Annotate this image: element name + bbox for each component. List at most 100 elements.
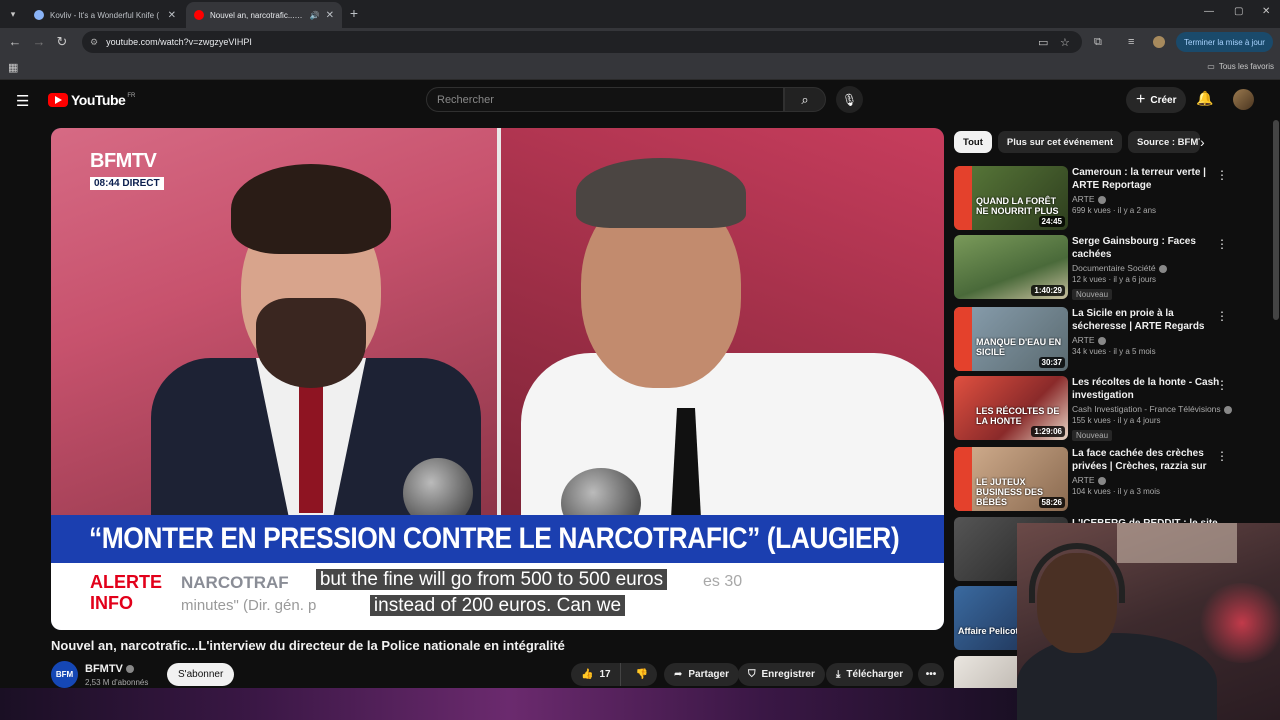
forward-arrow-icon[interactable]: → bbox=[31, 34, 47, 50]
channel-avatar[interactable]: BFM bbox=[51, 661, 78, 688]
maximize-icon[interactable]: ▢ bbox=[1234, 6, 1243, 17]
notifications-bell-icon[interactable]: 🔔 bbox=[1196, 90, 1213, 107]
bookmark-star-icon[interactable]: ☆ bbox=[1060, 36, 1070, 49]
kebab-menu-icon[interactable]: ⋮ bbox=[1216, 237, 1228, 251]
recommendation-item[interactable]: 1:40:29 Serge Gainsbourg : Faces cachées… bbox=[954, 235, 1274, 300]
close-window-icon[interactable]: ✕ bbox=[1262, 6, 1270, 17]
kebab-menu-icon[interactable]: ⋮ bbox=[1216, 378, 1228, 392]
recommendation-item[interactable]: Le juteux business des bébés 58:26 La fa… bbox=[954, 447, 1274, 511]
channel-name-text: BFMTV bbox=[85, 663, 123, 675]
apps-grid-icon[interactable]: ▦ bbox=[8, 61, 18, 74]
chip-plus-sur-evenement[interactable]: Plus sur cet événement bbox=[997, 131, 1123, 153]
headline-banner: “MONTER EN PRESSION CONTRE LE NARCOTRAFI… bbox=[51, 515, 944, 563]
chip-tout[interactable]: Tout bbox=[954, 131, 992, 153]
thumbnail-text: Les récoltes de la honte bbox=[976, 406, 1060, 426]
thumbs-down-icon: 👎 bbox=[635, 669, 649, 680]
dislike-button[interactable]: 👎 bbox=[627, 669, 657, 680]
recommendation-channel[interactable]: ARTE bbox=[1072, 475, 1222, 485]
recommendation-title[interactable]: Les récoltes de la honte - Cash investig… bbox=[1072, 376, 1222, 402]
tab-label: Nouvel an, narcotrafic...L'inte bbox=[210, 10, 306, 20]
reload-icon[interactable]: ↻ bbox=[54, 34, 70, 50]
minimize-icon[interactable]: — bbox=[1204, 6, 1214, 17]
close-tab-icon[interactable]: ✕ bbox=[326, 10, 334, 21]
reading-list-icon[interactable]: ≡ bbox=[1128, 36, 1134, 48]
like-count: 17 bbox=[599, 669, 611, 680]
new-badge: Nouveau bbox=[1072, 289, 1113, 300]
more-actions-button[interactable]: ••• bbox=[918, 663, 944, 686]
page-scrollbar[interactable] bbox=[1273, 120, 1279, 320]
kebab-menu-icon[interactable]: ⋮ bbox=[1216, 168, 1228, 182]
recommendation-title[interactable]: La Sicile en proie à la sécheresse | ART… bbox=[1072, 307, 1222, 333]
search-input[interactable]: Rechercher bbox=[426, 87, 784, 112]
share-button[interactable]: ➦ Partager bbox=[664, 663, 739, 686]
video-thumbnail[interactable]: 1:40:29 bbox=[954, 235, 1068, 299]
all-bookmarks-button[interactable]: ▭ Tous les favoris bbox=[1207, 62, 1274, 71]
recommendation-channel[interactable]: ARTE bbox=[1072, 335, 1222, 345]
verified-icon bbox=[1097, 195, 1106, 204]
red-light-glow bbox=[1197, 583, 1280, 663]
tab-search-icon[interactable]: ▾ bbox=[4, 5, 22, 23]
tab-kovliv[interactable]: Kovliv - It's a Wonderful Knife ( ✕ bbox=[26, 2, 184, 28]
download-button[interactable]: ⤓ Télécharger bbox=[826, 663, 914, 686]
chip-source-bfmtv[interactable]: Source : BFMTV bbox=[1128, 131, 1201, 153]
download-label: Télécharger bbox=[846, 669, 904, 680]
recommendation-stats: 34 k vues · il y a 5 mois bbox=[1072, 347, 1156, 356]
youtube-header: ☰ YouTube FR Rechercher ⌕ 🎙 + Créer 🔔 bbox=[0, 80, 1280, 120]
cast-icon[interactable]: ▭ bbox=[1038, 36, 1048, 49]
recommendation-title[interactable]: Serge Gainsbourg : Faces cachées bbox=[1072, 235, 1222, 261]
profile-avatar[interactable] bbox=[1153, 36, 1165, 48]
save-button[interactable]: ⛉ Enregistrer bbox=[738, 663, 825, 686]
save-label: Enregistrer bbox=[761, 669, 815, 680]
subscribe-button[interactable]: S'abonner bbox=[167, 663, 235, 686]
site-info-icon[interactable]: ⚙ bbox=[90, 37, 98, 48]
video-thumbnail[interactable]: Manque d'eau en Sicile 30:37 bbox=[954, 307, 1068, 371]
stream-overlay-strip bbox=[0, 688, 1017, 720]
close-tab-icon[interactable]: ✕ bbox=[168, 10, 176, 21]
speaker-icon[interactable]: 🔊 bbox=[310, 11, 320, 20]
new-tab-button[interactable]: + bbox=[346, 5, 362, 21]
headline-text: “MONTER EN PRESSION CONTRE LE NARCOTRAFI… bbox=[89, 522, 900, 555]
channel-name[interactable]: BFMTV bbox=[85, 663, 134, 675]
video-thumbnail[interactable]: Les récoltes de la honte 1:29:06 bbox=[954, 376, 1068, 440]
channel-label: ARTE bbox=[1072, 335, 1095, 345]
menu-icon[interactable]: ☰ bbox=[16, 92, 29, 110]
update-button[interactable]: Terminer la mise à jour bbox=[1176, 32, 1273, 52]
youtube-logo[interactable]: YouTube FR bbox=[48, 92, 135, 108]
verified-icon bbox=[1097, 336, 1106, 345]
recommendation-title[interactable]: La face cachée des crèches privées | Crè… bbox=[1072, 447, 1222, 473]
share-label: Partager bbox=[688, 669, 729, 680]
account-avatar[interactable] bbox=[1233, 89, 1254, 110]
share-icon: ➦ bbox=[674, 669, 683, 680]
verified-icon bbox=[1223, 405, 1232, 414]
recommendation-channel[interactable]: Cash Investigation - France Télévisions bbox=[1072, 404, 1232, 414]
extensions-icon[interactable]: ⧉ bbox=[1094, 36, 1102, 49]
video-thumbnail[interactable]: Quand la forêt ne nourrit plus 24:45 bbox=[954, 166, 1068, 230]
video-player[interactable]: BFMTV 08:44 DIRECT “MONTER EN PRESSION C… bbox=[51, 128, 944, 630]
video-duration: 58:26 bbox=[1038, 497, 1065, 508]
recommendation-item[interactable]: Manque d'eau en Sicile 30:37 La Sicile e… bbox=[954, 307, 1274, 371]
url-text: youtube.com/watch?v=zwgzyeVIHPI bbox=[106, 37, 252, 47]
address-bar[interactable]: ⚙ youtube.com/watch?v=zwgzyeVIHPI bbox=[82, 31, 1082, 53]
recommendation-title[interactable]: Cameroun : la terreur verte | ARTE Repor… bbox=[1072, 166, 1222, 192]
recommendation-channel[interactable]: Documentaire Société bbox=[1072, 263, 1222, 273]
recommendation-channel[interactable]: ARTE bbox=[1072, 194, 1222, 204]
like-button[interactable]: 👍 17 bbox=[571, 663, 621, 686]
recommendation-item[interactable]: Les récoltes de la honte 1:29:06 Les réc… bbox=[954, 376, 1274, 441]
kebab-menu-icon[interactable]: ⋮ bbox=[1216, 449, 1228, 463]
thumbnail-text: Manque d'eau en Sicile bbox=[976, 337, 1062, 357]
thumbnail-text: Quand la forêt ne nourrit plus bbox=[976, 196, 1059, 216]
kebab-menu-icon[interactable]: ⋮ bbox=[1216, 309, 1228, 323]
chevron-right-icon[interactable]: › bbox=[1200, 134, 1205, 150]
back-arrow-icon[interactable]: ← bbox=[7, 34, 23, 50]
tab-youtube-video[interactable]: Nouvel an, narcotrafic...L'inte 🔊 ✕ bbox=[186, 2, 342, 28]
voice-search-button[interactable]: 🎙 bbox=[836, 86, 863, 113]
search-button[interactable]: ⌕ bbox=[784, 87, 826, 112]
video-thumbnail[interactable]: Le juteux business des bébés 58:26 bbox=[954, 447, 1068, 511]
recommendation-item[interactable]: Quand la forêt ne nourrit plus 24:45 Cam… bbox=[954, 166, 1274, 230]
recommendation-meta: La Sicile en proie à la sécheresse | ART… bbox=[1072, 307, 1222, 356]
create-button[interactable]: + Créer bbox=[1126, 87, 1187, 113]
folder-icon: ▭ bbox=[1207, 62, 1215, 71]
recommendation-stats: 104 k vues · il y a 3 mois bbox=[1072, 487, 1161, 496]
streamer-body bbox=[1017, 633, 1217, 720]
guest-hair bbox=[576, 158, 746, 228]
